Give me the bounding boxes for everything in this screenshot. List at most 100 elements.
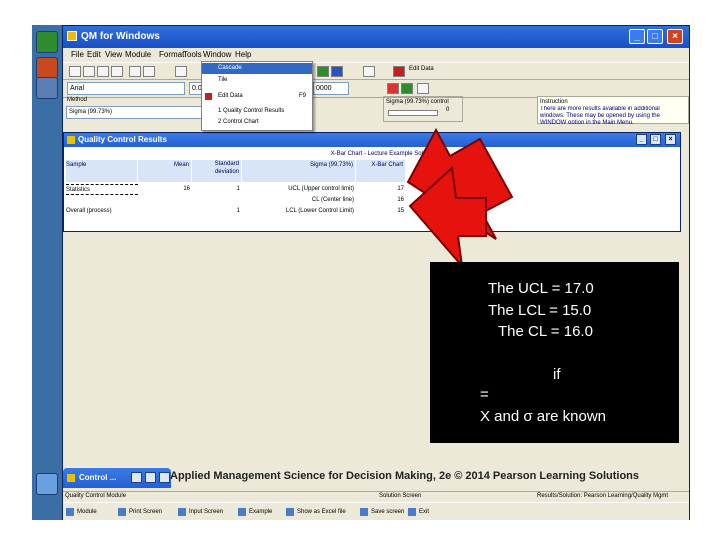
exit-button[interactable]: Exit [407, 506, 429, 518]
desktop-app-icon[interactable] [36, 57, 58, 79]
sigma-slider[interactable] [388, 110, 438, 116]
text-color-icon[interactable] [417, 83, 429, 94]
menu-item-edit-data[interactable]: Edit Data F9 [202, 91, 312, 102]
table-cell[interactable]: 1 [192, 206, 242, 217]
tray-icon[interactable] [36, 473, 58, 495]
grid-icon[interactable] [175, 66, 187, 77]
table-cell[interactable]: UCL (Upper control limit) [242, 184, 356, 195]
table-cell[interactable]: Statistics [66, 184, 138, 195]
qc-maximize-button[interactable]: □ [650, 134, 661, 145]
control-chart-minimized-window[interactable]: Control ... [63, 468, 171, 488]
column-header-sample: Sample [66, 160, 138, 182]
menu-item-control-chart[interactable]: 2 Control Chart [202, 117, 312, 128]
status-left: Quality Control Module [65, 493, 127, 499]
menu-window[interactable]: Window [203, 50, 231, 59]
copy-icon[interactable] [129, 66, 141, 77]
menu-bar: File Edit View Module Format Tools Windo… [63, 48, 689, 62]
qc-table-subtitle: X-Bar Chart - Lecture Example Solution [330, 151, 436, 157]
menu-view[interactable]: View [105, 50, 122, 59]
credit-line: Applied Management Science for Decision … [170, 470, 640, 482]
menu-file[interactable]: File [71, 50, 84, 59]
table-cell[interactable]: Overall (process) [66, 206, 138, 217]
table-cell[interactable]: 16 [356, 195, 406, 206]
edit-data-button[interactable]: Edit Data [409, 66, 434, 72]
table-cell[interactable]: CL (Center line) [242, 195, 356, 206]
qc-close-button[interactable]: × [665, 134, 676, 145]
triangle-icon[interactable] [331, 66, 343, 77]
window-dropdown-menu: Cascade Tile Edit Data F9 1 Quality Cont… [201, 61, 313, 131]
print-icon[interactable] [111, 66, 123, 77]
menu-item-edit-data-label: Edit Data [218, 93, 243, 99]
status-bar: Quality Control Module Solution Screen R… [63, 491, 689, 501]
menu-module[interactable]: Module [125, 50, 151, 59]
instruction-text: There are more results available in addi… [540, 106, 660, 124]
font-combo[interactable]: Arial [67, 82, 185, 95]
table-cell[interactable]: 17 [356, 184, 406, 195]
menu-item-qc-results[interactable]: 1 Quality Control Results [202, 106, 312, 117]
qc-window-title: Quality Control Results [78, 135, 167, 144]
edit-data-icon[interactable] [393, 66, 405, 77]
close-tab-button[interactable] [159, 472, 170, 483]
qc-window-icon [67, 136, 75, 144]
window-title: QM for Windows [81, 31, 160, 42]
module-button[interactable]: Module [65, 506, 97, 518]
qc-results-table: X-Bar Chart - Lecture Example Solution S… [66, 149, 678, 229]
menu-item-tile[interactable]: Tile [202, 75, 312, 86]
ucl-annotation: The UCL = 17.0 [488, 280, 594, 297]
column-header-std-dev: Standard deviation [192, 160, 242, 182]
column-header-sigma: Sigma (99.73%) [242, 160, 356, 182]
instruction-label: Instruction [540, 99, 568, 105]
desktop-strip [32, 25, 62, 520]
menu-tools[interactable]: Tools [183, 50, 202, 59]
column-header-xbar: X-Bar Chart [356, 160, 406, 182]
maximize-tab-button[interactable] [145, 472, 156, 483]
open-icon[interactable] [83, 66, 95, 77]
menu-help[interactable]: Help [235, 50, 251, 59]
qc-title-bar: Quality Control Results _ □ × [64, 133, 680, 147]
save-icon[interactable] [97, 66, 109, 77]
menu-format[interactable]: Format [159, 50, 184, 59]
cl-annotation: The CL = 16.0 [498, 323, 593, 340]
method-select[interactable]: Sigma (99.73%) [66, 106, 206, 119]
help-icon[interactable] [363, 66, 375, 77]
maximize-button[interactable]: □ [647, 29, 663, 44]
input-screen-button[interactable]: Input Screen [177, 506, 223, 518]
example-button[interactable]: Example [237, 506, 272, 518]
restore-button[interactable] [131, 472, 142, 483]
desktop-shortcut-icon[interactable] [36, 77, 58, 99]
standard-toolbar: Edit Data [63, 62, 689, 80]
sigma-control-label: Sigma (99.73%) control [386, 99, 449, 105]
bottom-button-strip: Module Print Screen Input Screen Example… [63, 502, 689, 520]
xbar-bar-annotation: = [480, 386, 489, 403]
minimize-button[interactable]: _ [629, 29, 645, 44]
decimal-combo[interactable]: 0000 [313, 82, 349, 95]
quality-control-results-window: Quality Control Results _ □ × X-Bar Char… [63, 132, 681, 232]
new-icon[interactable] [69, 66, 81, 77]
instruction-panel: Instruction There are more results avail… [537, 96, 689, 124]
menu-edit[interactable]: Edit [87, 50, 101, 59]
start-icon[interactable] [36, 31, 58, 53]
app-icon [67, 31, 77, 41]
color-icon[interactable] [387, 83, 399, 94]
table-cell[interactable]: 1 [192, 184, 242, 195]
table-cell[interactable]: 16 [138, 184, 192, 195]
print-screen-button[interactable]: Print Screen [117, 506, 162, 518]
if-annotation: if [553, 366, 561, 383]
table-cell[interactable]: LCL (Lower Control Limit) [242, 206, 356, 217]
method-label: Method [67, 97, 88, 103]
close-button[interactable]: × [667, 29, 683, 44]
excel-button[interactable]: Show as Excel file [285, 506, 346, 518]
sigma-value: 0 [446, 107, 450, 113]
paste-icon[interactable] [143, 66, 155, 77]
control-chart-icon [67, 474, 75, 482]
table-cell[interactable]: 15 [356, 206, 406, 217]
qc-minimize-button[interactable]: _ [636, 134, 647, 145]
control-chart-tab-label: Control ... [79, 473, 117, 482]
save-screen-button[interactable]: Save screen [359, 506, 404, 518]
title-bar: QM for Windows _ □ × [63, 26, 689, 48]
bar-chart-icon[interactable] [401, 83, 413, 94]
status-middle: Solution Screen [379, 493, 422, 499]
chart-icon[interactable] [317, 66, 329, 77]
menu-item-cascade[interactable]: Cascade [202, 63, 312, 74]
edit-data-shortcut: F9 [298, 93, 306, 99]
